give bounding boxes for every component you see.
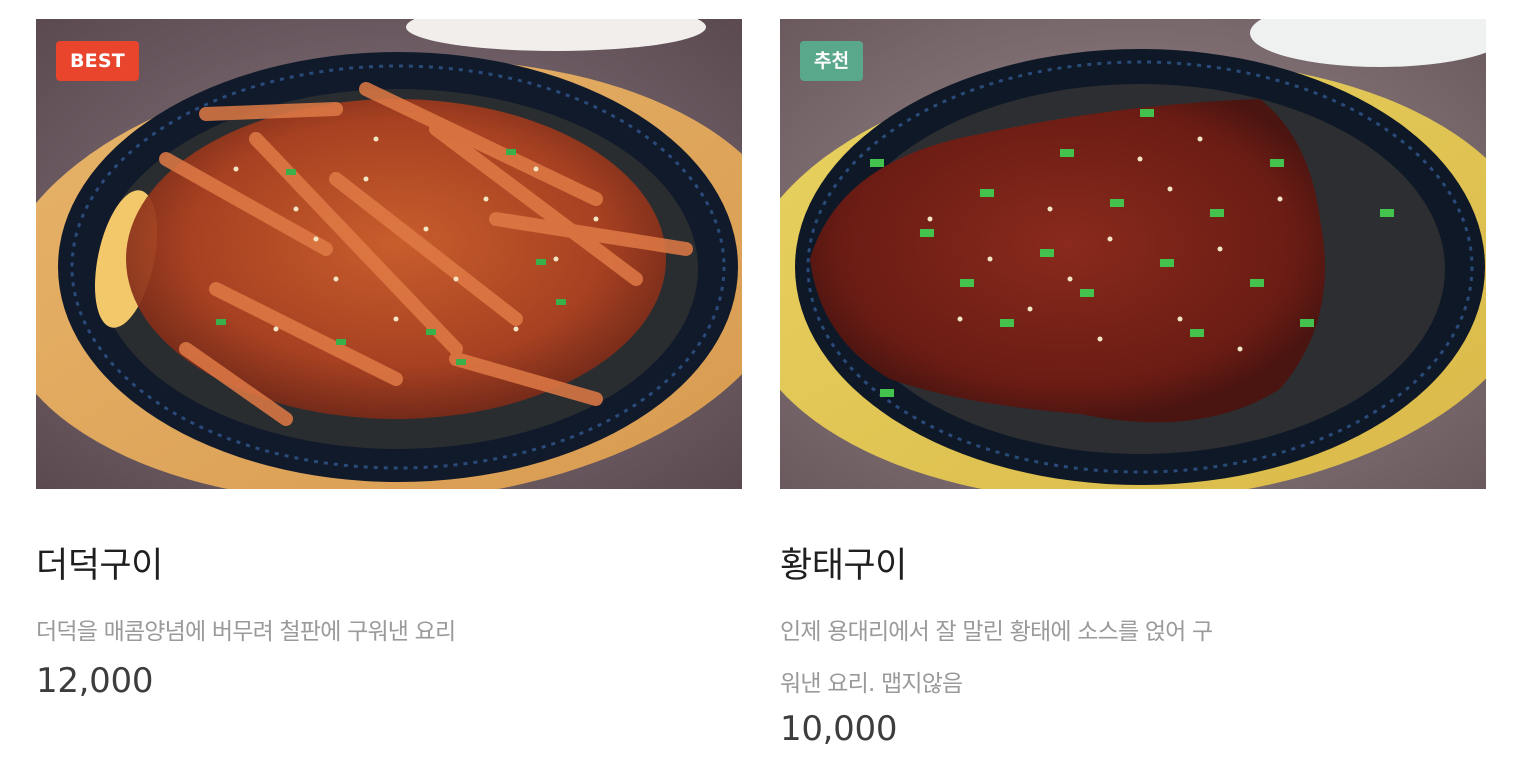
badge-best: BEST xyxy=(56,41,139,81)
menu-item-name[interactable]: 황태구이 xyxy=(780,537,907,588)
menu-grid: BEST 더덕구이 더덕을 매콤양념에 버무려 철판에 구워낸 요리 12,00… xyxy=(0,0,1518,774)
description-line: 워낸 요리. 맵지않음 xyxy=(780,671,963,697)
menu-item-description: 더덕을 매콤양념에 버무려 철판에 구워낸 요리 xyxy=(36,606,506,658)
badge-recommended: 추천 xyxy=(800,41,864,81)
menu-photo[interactable]: BEST xyxy=(36,19,742,489)
menu-card-deodeok-gui[interactable]: BEST 더덕구이 더덕을 매콤양념에 버무려 철판에 구워낸 요리 12,00… xyxy=(36,19,742,701)
menu-item-price: 12,000 xyxy=(36,661,154,701)
description-line: 인제 용대리에서 잘 말린 황태에 소스를 얹어 구 xyxy=(780,619,1213,645)
food-image-deodeok xyxy=(36,19,742,489)
menu-photo[interactable]: 추천 xyxy=(780,19,1486,489)
menu-item-price: 10,000 xyxy=(780,709,898,749)
food-image-hwangtae xyxy=(780,19,1486,489)
description-line: 더덕을 매콤양념에 버무려 철판에 구워낸 요리 xyxy=(36,619,456,645)
menu-card-hwangtae-gui[interactable]: 추천 황태구이 인제 용대리에서 잘 말린 황태에 소스를 얹어 구 워낸 요리… xyxy=(780,19,1486,749)
menu-item-description: 인제 용대리에서 잘 말린 황태에 소스를 얹어 구 워낸 요리. 맵지않음 xyxy=(780,606,1250,710)
menu-item-name[interactable]: 더덕구이 xyxy=(36,537,163,588)
